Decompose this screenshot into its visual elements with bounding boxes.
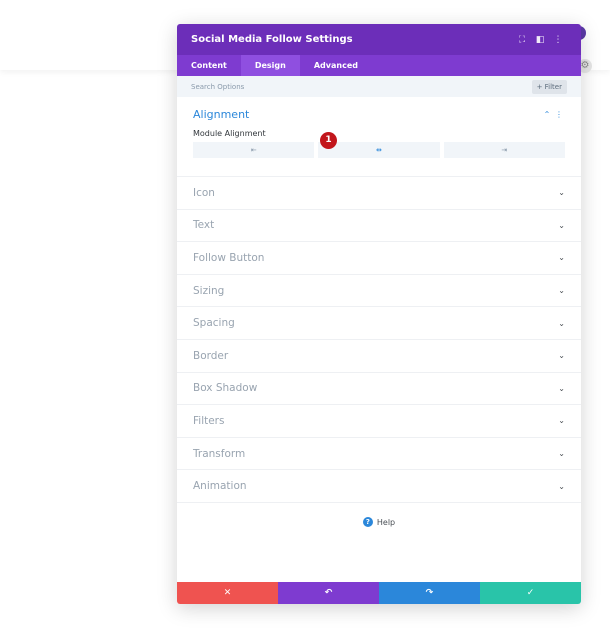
tab-content[interactable]: Content	[177, 55, 241, 76]
section-label: Text	[193, 219, 215, 232]
modal-title: Social Media Follow Settings	[191, 34, 353, 45]
more-icon[interactable]: ⋮	[553, 110, 565, 119]
redo-button[interactable]: ↷	[379, 582, 480, 604]
chevron-down-icon[interactable]: ⌄	[558, 286, 565, 295]
close-icon: ✕	[223, 588, 232, 598]
expand-icon[interactable]: ⛶	[513, 35, 531, 45]
save-button[interactable]: ✓	[480, 582, 581, 604]
section-label: Animation	[193, 480, 247, 493]
cancel-button[interactable]: ✕	[177, 582, 278, 604]
section-alignment-title: Alignment	[193, 107, 250, 121]
chevron-down-icon[interactable]: ⌄	[558, 253, 565, 262]
align-center-icon: ⇹	[376, 146, 382, 154]
align-left-icon: ⇤	[250, 146, 257, 154]
align-center-button[interactable]: ⇹	[318, 142, 440, 158]
undo-button[interactable]: ↶	[278, 582, 379, 604]
section-label: Border	[193, 349, 229, 362]
section-animation[interactable]: Animation ⌄	[177, 470, 581, 503]
section-alignment-header[interactable]: Alignment ⌃ ⋮	[193, 105, 565, 123]
help-icon: ?	[362, 517, 373, 527]
section-transform[interactable]: Transform ⌄	[177, 438, 581, 471]
chevron-down-icon[interactable]: ⌄	[558, 449, 565, 458]
section-label: Transform	[193, 447, 246, 460]
section-label: Icon	[193, 186, 215, 199]
modal-header: Social Media Follow Settings ⛶ ◧ ⋮	[177, 24, 581, 55]
chevron-down-icon[interactable]: ⌄	[558, 416, 565, 425]
chevron-down-icon[interactable]: ⌄	[558, 384, 565, 393]
align-left-button[interactable]: ⇤	[193, 142, 315, 158]
search-bar: Search Options + Filter	[177, 76, 581, 97]
chevron-down-icon[interactable]: ⌄	[558, 221, 565, 230]
section-label: Box Shadow	[193, 382, 258, 395]
search-input[interactable]: Search Options	[191, 83, 532, 91]
modal-footer: ✕ ↶ ↷ ✓	[177, 582, 581, 604]
tab-advanced[interactable]: Advanced	[300, 55, 372, 76]
chevron-down-icon[interactable]: ⌄	[558, 482, 565, 491]
help-link[interactable]: ? Help	[177, 517, 581, 527]
section-follow-button[interactable]: Follow Button ⌄	[177, 242, 581, 275]
step-badge: 1	[320, 132, 337, 149]
tab-design[interactable]: Design	[240, 55, 300, 76]
chevron-up-icon[interactable]: ⌃	[541, 110, 553, 119]
section-label: Spacing	[193, 317, 235, 330]
section-filters[interactable]: Filters ⌄	[177, 405, 581, 438]
section-label: Filters	[193, 414, 225, 427]
undo-icon: ↶	[324, 588, 333, 598]
section-sizing[interactable]: Sizing ⌄	[177, 275, 581, 308]
section-label: Sizing	[193, 284, 225, 297]
section-label: Follow Button	[193, 251, 265, 264]
section-spacing[interactable]: Spacing ⌄	[177, 307, 581, 340]
tab-bar: Content Design Advanced	[177, 55, 581, 76]
section-icon[interactable]: Icon ⌄	[177, 177, 581, 210]
split-view-icon[interactable]: ◧	[531, 35, 549, 45]
module-alignment-label: Module Alignment	[193, 129, 266, 138]
section-text[interactable]: Text ⌄	[177, 210, 581, 243]
section-border[interactable]: Border ⌄	[177, 340, 581, 373]
align-right-icon: ⇥	[501, 146, 508, 154]
chevron-down-icon[interactable]: ⌄	[558, 319, 565, 328]
chevron-down-icon[interactable]: ⌄	[558, 188, 565, 197]
chevron-down-icon[interactable]: ⌄	[558, 351, 565, 360]
section-box-shadow[interactable]: Box Shadow ⌄	[177, 373, 581, 406]
check-icon: ✓	[526, 588, 535, 598]
align-right-button[interactable]: ⇥	[443, 142, 565, 158]
settings-modal: Social Media Follow Settings ⛶ ◧ ⋮ Conte…	[177, 24, 581, 604]
help-label: Help	[376, 517, 396, 527]
more-icon[interactable]: ⋮	[549, 35, 567, 45]
filter-button[interactable]: + Filter	[531, 79, 567, 94]
redo-icon: ↷	[425, 588, 434, 598]
section-alignment: Alignment ⌃ ⋮ Module Alignment ⇤ ⇹ ⇥ 1	[177, 97, 581, 177]
alignment-options: ⇤ ⇹ ⇥ 1	[193, 132, 565, 158]
